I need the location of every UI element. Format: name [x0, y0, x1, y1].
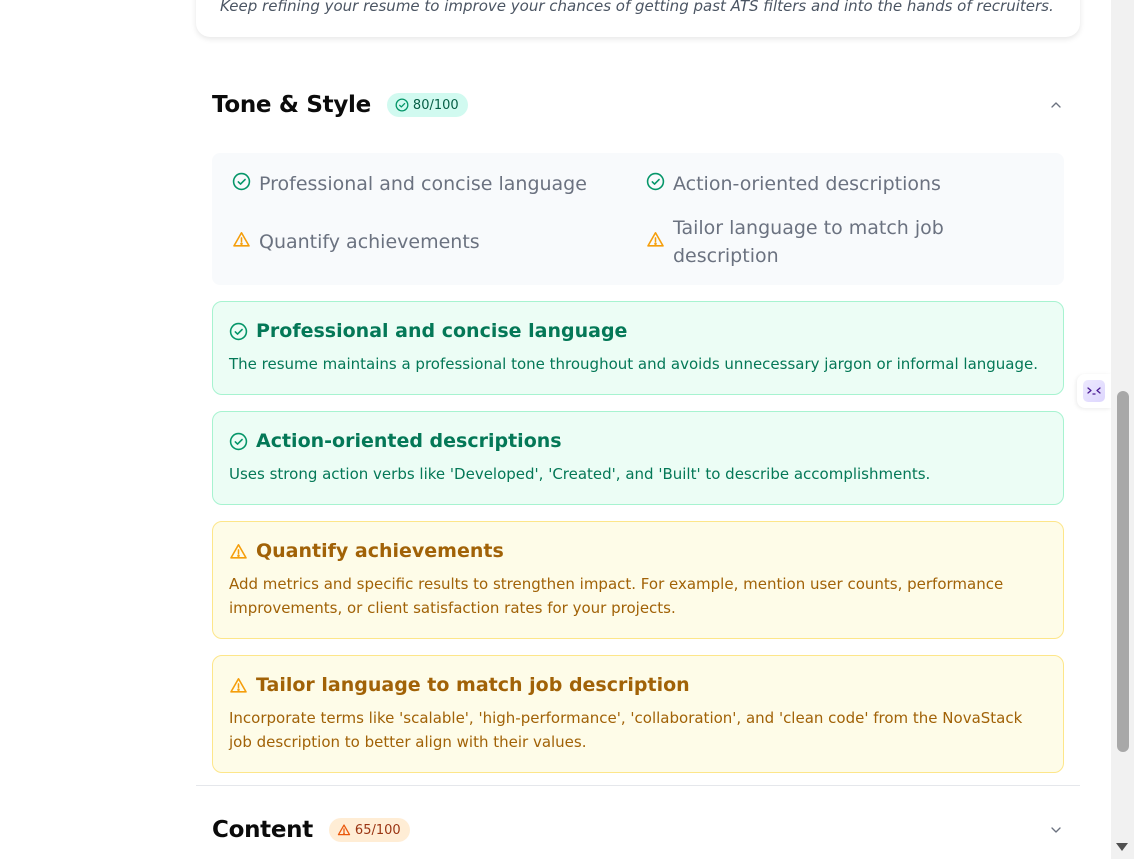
chevron-up-icon[interactable] — [1048, 97, 1064, 113]
section-divider — [196, 785, 1080, 786]
score-badge: 65/100 — [328, 818, 410, 842]
tone-summary-panel: Professional and concise language Action… — [212, 153, 1064, 285]
check-circle-icon — [232, 172, 251, 191]
warning-triangle-icon — [337, 824, 351, 836]
check-circle-icon — [395, 98, 409, 112]
tip-title: Quantify achievements — [256, 540, 504, 562]
summary-item: Professional and concise language — [232, 170, 587, 198]
tip-card: Tailor language to match job description… — [212, 655, 1064, 773]
summary-message: Keep refining your resume to improve you… — [220, 0, 1054, 15]
tip-card: Professional and concise language The re… — [212, 301, 1064, 395]
score-value: 80/100 — [412, 97, 459, 113]
summary-item-label: Quantify achievements — [259, 231, 480, 253]
assistant-widget-button[interactable] — [1077, 374, 1111, 408]
score-value: 65/100 — [354, 822, 401, 838]
warning-triangle-icon — [230, 543, 247, 559]
tip-title: Professional and concise language — [256, 320, 628, 342]
tip-card: Quantify achievements Add metrics and sp… — [212, 521, 1064, 639]
warning-triangle-icon — [233, 231, 250, 247]
summary-item-label: Professional and concise language — [259, 173, 587, 195]
summary-item: Tailor language to match job description — [646, 214, 976, 270]
check-circle-icon — [646, 172, 665, 191]
summary-item-label: Action-oriented descriptions — [673, 173, 941, 195]
tip-description: The resume maintains a professional tone… — [229, 355, 1039, 373]
tip-title: Action-oriented descriptions — [256, 430, 562, 452]
scroll-down-arrow-icon[interactable] — [1116, 843, 1128, 851]
summary-item: Action-oriented descriptions — [646, 170, 941, 198]
section-title: Content — [212, 817, 313, 843]
vertical-scrollbar[interactable] — [1111, 0, 1134, 859]
warning-triangle-icon — [647, 231, 664, 247]
warning-triangle-icon — [230, 677, 247, 693]
check-circle-icon — [229, 322, 248, 340]
scrollbar-thumb[interactable] — [1117, 391, 1129, 752]
summary-card: Keep refining your resume to improve you… — [196, 0, 1080, 37]
tip-description: Uses strong action verbs like 'Developed… — [229, 465, 931, 483]
tip-card: Action-oriented descriptions Uses strong… — [212, 411, 1064, 505]
summary-item-label: Tailor language to match job description — [673, 217, 944, 267]
chevron-down-icon[interactable] — [1048, 822, 1064, 838]
check-circle-icon — [229, 432, 248, 450]
section-title: Tone & Style — [212, 92, 371, 118]
terminal-icon — [1083, 380, 1105, 402]
tip-description: Add metrics and specific results to stre… — [229, 575, 1004, 617]
content-header[interactable]: Content 65/100 — [212, 810, 1064, 850]
tip-title: Tailor language to match job description — [256, 674, 690, 696]
summary-item: Quantify achievements — [232, 228, 480, 256]
tip-description: Incorporate terms like 'scalable', 'high… — [229, 709, 1023, 751]
score-badge: 80/100 — [386, 93, 468, 117]
tone-style-header[interactable]: Tone & Style 80/100 — [212, 85, 1064, 125]
